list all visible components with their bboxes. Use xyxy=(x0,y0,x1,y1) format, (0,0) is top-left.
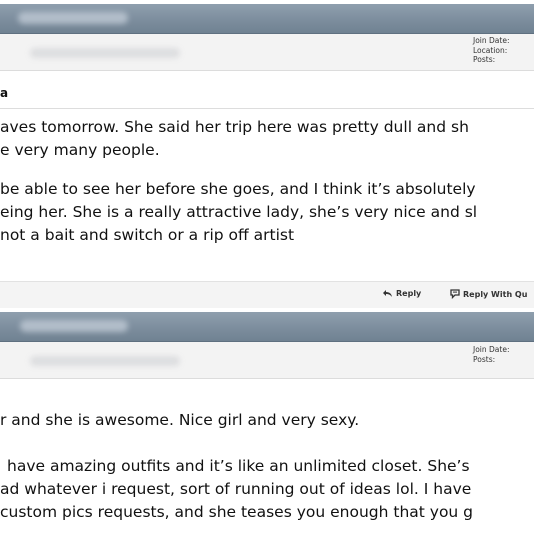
post-footer-1: Reply Reply With Qu xyxy=(0,281,534,308)
post-line: e very many people. xyxy=(0,141,160,159)
join-date-label: Join Date: xyxy=(473,36,510,45)
posts-count-label: Posts: xyxy=(473,354,496,364)
post-header-1 xyxy=(0,4,534,34)
post-line: have amazing outfits and it’s like an un… xyxy=(7,457,470,475)
post-user-info-2: Join Date: Posts: xyxy=(0,342,534,379)
location-label: Location: xyxy=(473,45,508,55)
post-header-2 xyxy=(0,312,534,342)
blurred-post-date xyxy=(18,12,128,24)
post-line: r and she is awesome. Nice girl and very… xyxy=(0,411,360,429)
post-user-info-1: Join Date: Location: Posts: xyxy=(0,34,534,71)
reply-with-quote-button[interactable]: Reply With Qu xyxy=(450,289,527,299)
post-title-row-1: a xyxy=(0,78,534,109)
blurred-username xyxy=(30,356,180,366)
quote-bubble-icon xyxy=(450,289,460,299)
post-line: not a bait and switch or a rip off artis… xyxy=(0,226,295,244)
forum-thread: Join Date: Location: Posts: a aves tomor… xyxy=(0,0,534,535)
reply-arrow-icon xyxy=(382,289,393,298)
blurred-username xyxy=(30,48,180,58)
post-line: custom pics requests, and she teases you… xyxy=(0,503,474,521)
reply-label: Reply xyxy=(396,289,422,298)
post-line: eing her. She is a really attractive lad… xyxy=(0,203,478,221)
blurred-post-date xyxy=(20,320,128,332)
join-date-label: Join Date: xyxy=(473,345,510,354)
post-body-2: r and she is awesome. Nice girl and very… xyxy=(0,409,534,524)
user-meta-1: Join Date: Location: Posts: xyxy=(473,36,509,65)
post-body-1: aves tomorrow. She said her trip here wa… xyxy=(0,116,534,247)
post-line: ad whatever i request, sort of running o… xyxy=(0,480,472,498)
posts-count-label: Posts: xyxy=(473,55,496,64)
reply-button[interactable]: Reply xyxy=(382,289,421,298)
post-line: be able to see her before she goes, and … xyxy=(0,180,476,198)
user-meta-2: Join Date: Posts: xyxy=(473,345,509,364)
reply-with-quote-label: Reply With Qu xyxy=(463,289,528,299)
post-line: aves tomorrow. She said her trip here wa… xyxy=(0,118,469,136)
post-title: a xyxy=(0,86,9,100)
